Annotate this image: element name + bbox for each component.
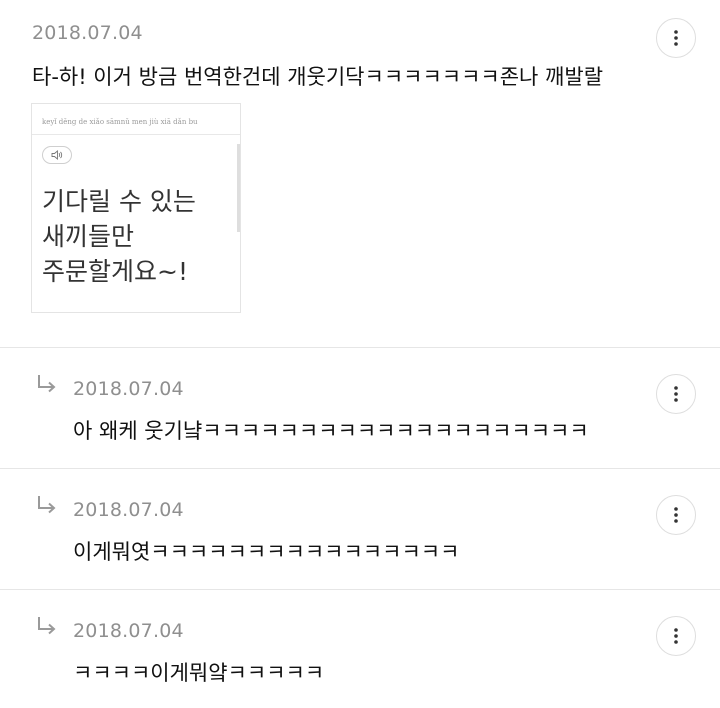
vertical-ellipsis-icon: [674, 628, 678, 644]
reply-date: 2018.07.04: [73, 620, 184, 642]
comment-date: 2018.07.04: [32, 22, 143, 44]
reply-text: ㅋㅋㅋㅋ이게뭐얔ㅋㅋㅋㅋㅋ: [73, 661, 325, 685]
comment-text: 타-하! 이거 방금 번역한건데 개웃기닥ㅋㅋㅋㅋㅋㅋㅋ존나 깨발랄: [32, 65, 604, 89]
vertical-ellipsis-icon: [674, 30, 678, 46]
image-pinyin-text: keyǐ děng de xiǎo sāmnǔ men jiù xiā dǎn …: [42, 118, 198, 126]
speaker-icon: [42, 146, 72, 164]
comment-image-thumbnail[interactable]: keyǐ děng de xiǎo sāmnǔ men jiù xiā dǎn …: [31, 103, 241, 313]
image-scrollbar: [237, 144, 240, 232]
more-options-button[interactable]: [656, 18, 696, 58]
image-text-line: 주문할게요~!: [42, 257, 188, 286]
reply-item: 2018.07.04 ㅋㅋㅋㅋ이게뭐얔ㅋㅋㅋㅋㅋ: [0, 590, 720, 708]
image-text-line: 새끼들만: [42, 222, 135, 251]
reply-text: 이게뭐엿ㅋㅋㅋㅋㅋㅋㅋㅋㅋㅋㅋㅋㅋㅋㅋㅋ: [73, 540, 460, 564]
reply-arrow-icon: [38, 496, 56, 514]
image-text-line: 기다릴 수 있는: [42, 187, 196, 216]
reply-arrow-icon: [38, 617, 56, 635]
vertical-ellipsis-icon: [674, 507, 678, 523]
reply-date: 2018.07.04: [73, 499, 184, 521]
more-options-button[interactable]: [656, 374, 696, 414]
reply-item: 2018.07.04 아 왜케 웃기냨ㅋㅋㅋㅋㅋㅋㅋㅋㅋㅋㅋㅋㅋㅋㅋㅋㅋㅋㅋㅋ: [0, 348, 720, 468]
reply-arrow-icon: [38, 375, 56, 393]
more-options-button[interactable]: [656, 495, 696, 535]
vertical-ellipsis-icon: [674, 386, 678, 402]
image-divider: [32, 134, 240, 135]
comment-item: 2018.07.04 타-하! 이거 방금 번역한건데 개웃기닥ㅋㅋㅋㅋㅋㅋㅋ존…: [0, 0, 720, 347]
reply-date: 2018.07.04: [73, 378, 184, 400]
reply-item: 2018.07.04 이게뭐엿ㅋㅋㅋㅋㅋㅋㅋㅋㅋㅋㅋㅋㅋㅋㅋㅋ: [0, 469, 720, 589]
reply-text: 아 왜케 웃기냨ㅋㅋㅋㅋㅋㅋㅋㅋㅋㅋㅋㅋㅋㅋㅋㅋㅋㅋㅋㅋ: [73, 419, 589, 443]
more-options-button[interactable]: [656, 616, 696, 656]
